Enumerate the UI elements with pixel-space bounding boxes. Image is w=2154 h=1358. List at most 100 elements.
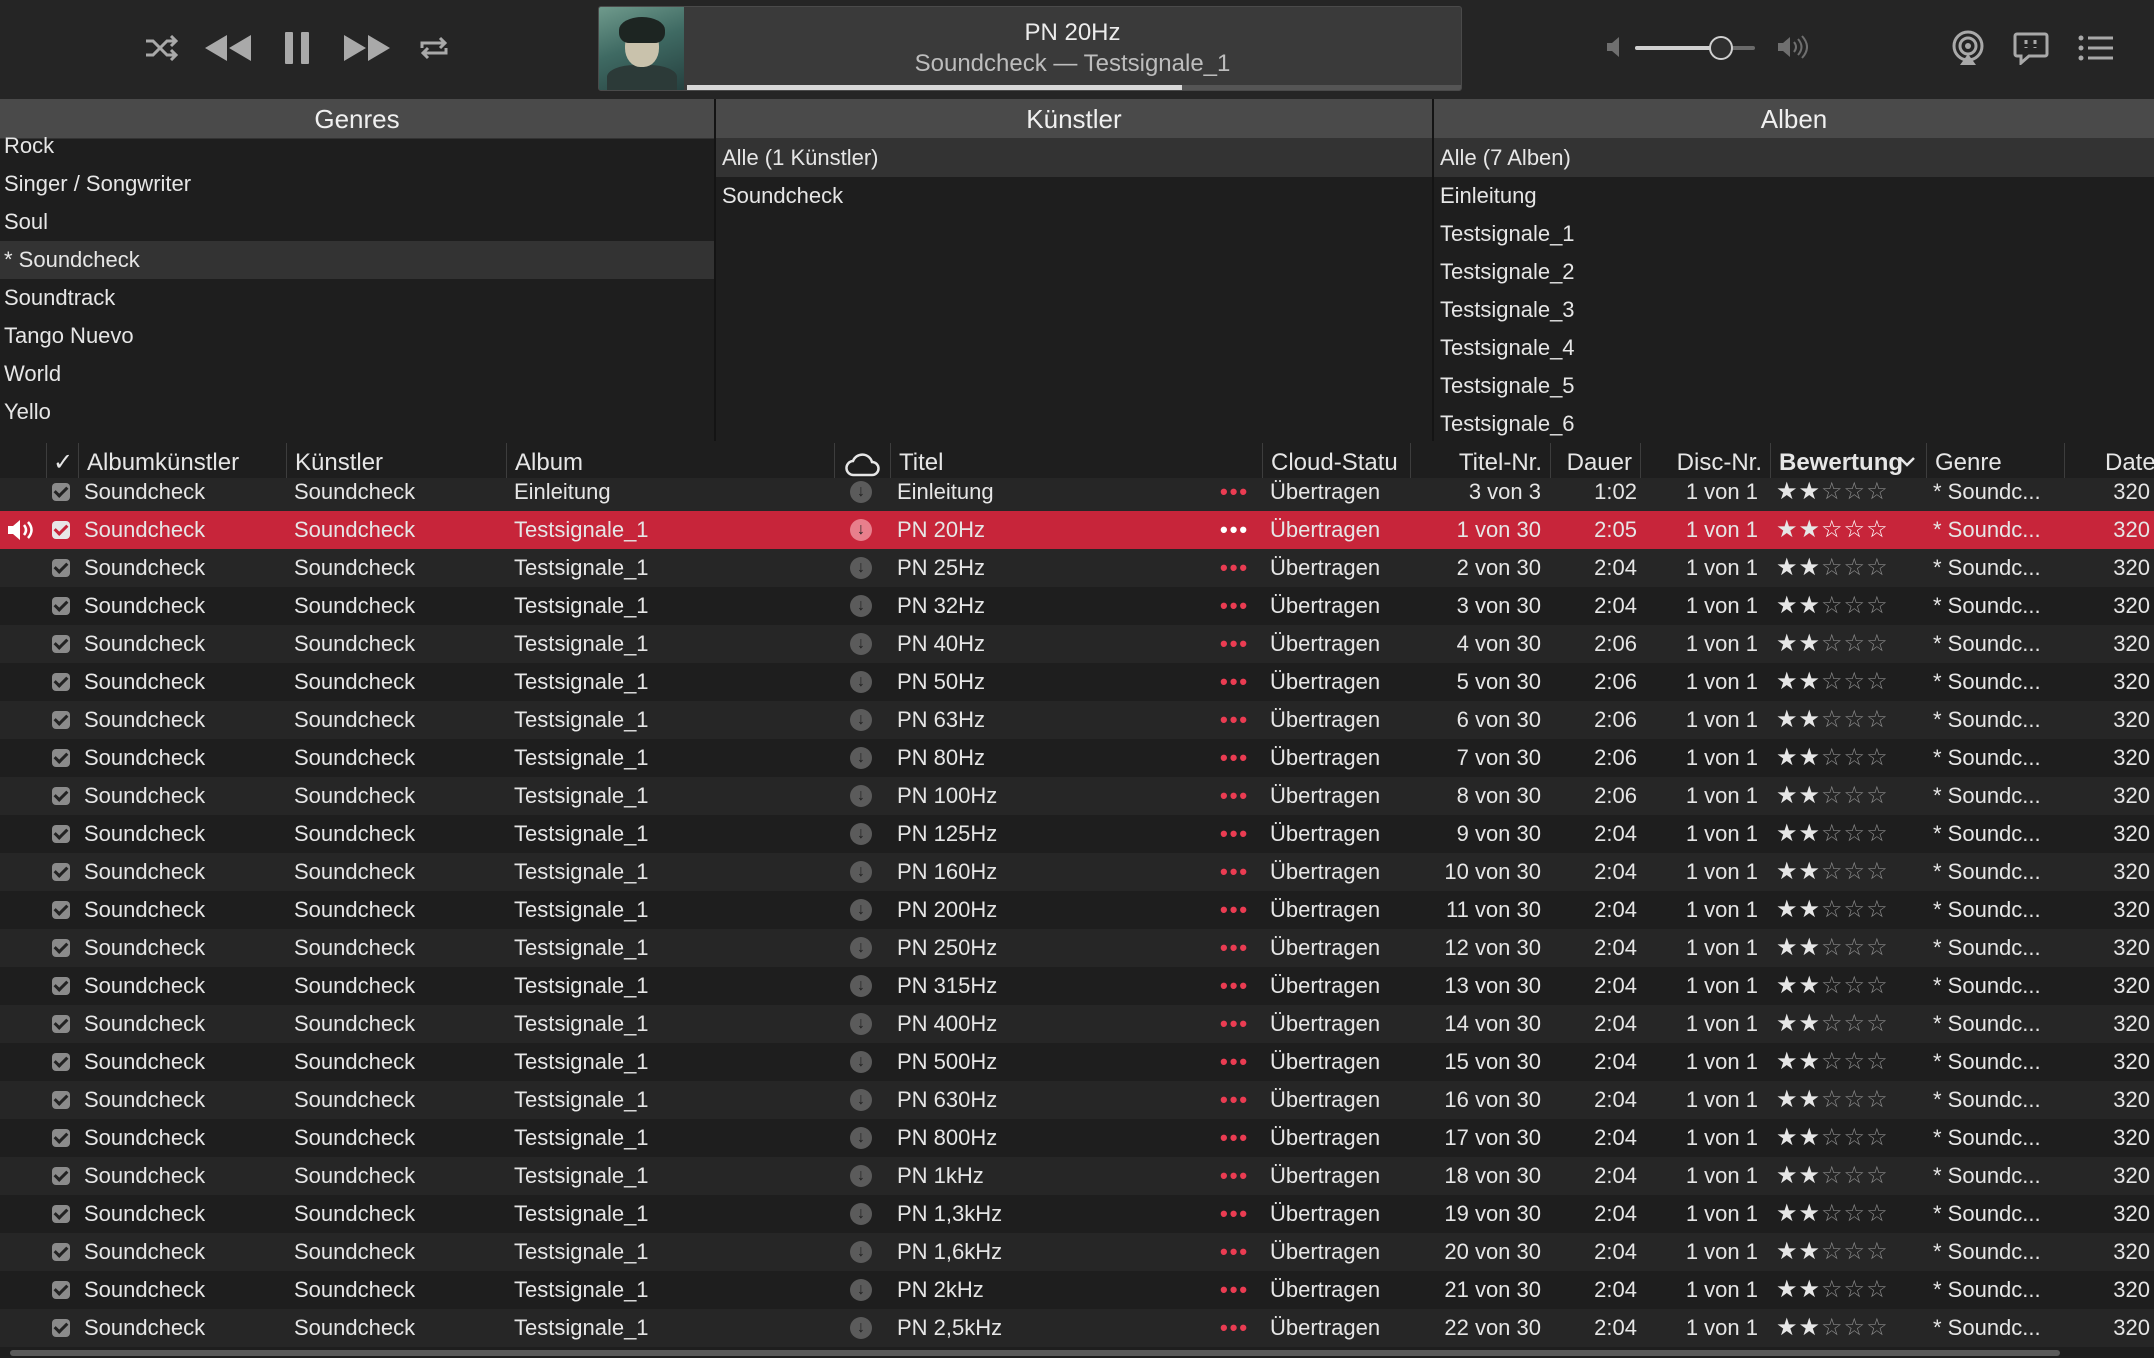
star-icon[interactable]: ☆ bbox=[1866, 1010, 1889, 1037]
volume-slider-knob[interactable] bbox=[1709, 36, 1734, 60]
table-row[interactable]: Soundcheck Soundcheck Testsignale_1 PN 400H… bbox=[0, 1005, 2154, 1043]
rating-stars[interactable]: ★★☆☆☆ bbox=[1776, 1043, 1926, 1081]
rating-stars[interactable]: ★★☆☆☆ bbox=[1776, 929, 1926, 967]
genres-item[interactable]: * Soundcheck bbox=[0, 241, 714, 279]
more-options-icon[interactable]: ••• bbox=[1220, 701, 1260, 739]
star-icon[interactable]: ★ bbox=[1776, 1010, 1799, 1037]
star-icon[interactable]: ★ bbox=[1799, 744, 1822, 771]
genres-item[interactable]: Singer / Songwriter bbox=[0, 165, 714, 203]
star-icon[interactable]: ★ bbox=[1799, 782, 1822, 809]
column-header-cloud-status[interactable]: Cloud-Statu bbox=[1262, 443, 1410, 483]
star-icon[interactable]: ★ bbox=[1776, 630, 1799, 657]
star-icon[interactable]: ☆ bbox=[1844, 1124, 1867, 1151]
row-checkbox[interactable] bbox=[52, 521, 70, 539]
row-checkbox[interactable] bbox=[52, 1319, 70, 1337]
star-icon[interactable]: ☆ bbox=[1866, 668, 1889, 695]
download-icon[interactable] bbox=[850, 815, 872, 853]
star-icon[interactable]: ☆ bbox=[1844, 858, 1867, 885]
row-checkbox[interactable] bbox=[52, 939, 70, 957]
rating-stars[interactable]: ★★☆☆☆ bbox=[1776, 815, 1926, 853]
star-icon[interactable]: ★ bbox=[1799, 706, 1822, 733]
star-icon[interactable]: ★ bbox=[1799, 592, 1822, 619]
more-options-icon[interactable]: ••• bbox=[1220, 1271, 1260, 1309]
table-row[interactable]: Soundcheck Soundcheck Testsignale_1 PN 32Hz… bbox=[0, 587, 2154, 625]
rating-stars[interactable]: ★★☆☆☆ bbox=[1776, 1005, 1926, 1043]
star-icon[interactable]: ★ bbox=[1776, 516, 1799, 543]
table-row[interactable]: Soundcheck Soundcheck Testsignale_1 PN 500H… bbox=[0, 1043, 2154, 1081]
rating-stars[interactable]: ★★☆☆☆ bbox=[1776, 625, 1926, 663]
star-icon[interactable]: ☆ bbox=[1866, 630, 1889, 657]
star-icon[interactable]: ★ bbox=[1776, 1048, 1799, 1075]
download-icon[interactable] bbox=[850, 1271, 872, 1309]
star-icon[interactable]: ☆ bbox=[1844, 630, 1867, 657]
horizontal-scrollbar-thumb[interactable] bbox=[10, 1350, 2060, 1356]
column-header-title[interactable]: Titel bbox=[890, 443, 1262, 483]
albums-item[interactable]: Testsignale_4 bbox=[1434, 329, 2154, 367]
star-icon[interactable]: ☆ bbox=[1844, 668, 1867, 695]
download-icon[interactable] bbox=[850, 1119, 872, 1157]
rating-stars[interactable]: ★★☆☆☆ bbox=[1776, 967, 1926, 1005]
now-playing-display[interactable]: PN 20Hz Soundcheck — Testsignale_1 bbox=[598, 6, 1462, 91]
row-checkbox[interactable] bbox=[52, 1015, 70, 1033]
download-icon[interactable] bbox=[850, 1195, 872, 1233]
star-icon[interactable]: ☆ bbox=[1821, 1048, 1844, 1075]
more-options-icon[interactable]: ••• bbox=[1220, 967, 1260, 1005]
more-options-icon[interactable]: ••• bbox=[1220, 625, 1260, 663]
star-icon[interactable]: ★ bbox=[1776, 896, 1799, 923]
rewind-icon[interactable] bbox=[200, 20, 256, 76]
table-row[interactable]: Soundcheck Soundcheck Testsignale_1 PN 630H… bbox=[0, 1081, 2154, 1119]
more-options-icon[interactable]: ••• bbox=[1220, 549, 1260, 587]
star-icon[interactable]: ☆ bbox=[1844, 1238, 1867, 1265]
column-header-artist[interactable]: Künstler bbox=[286, 443, 506, 483]
more-options-icon[interactable]: ••• bbox=[1220, 1233, 1260, 1271]
rating-stars[interactable]: ★★☆☆☆ bbox=[1776, 1081, 1926, 1119]
star-icon[interactable]: ★ bbox=[1799, 1238, 1822, 1265]
more-options-icon[interactable]: ••• bbox=[1220, 1119, 1260, 1157]
row-checkbox[interactable] bbox=[52, 1281, 70, 1299]
star-icon[interactable]: ☆ bbox=[1866, 1048, 1889, 1075]
table-row[interactable]: Soundcheck Soundcheck Testsignale_1 PN 800H… bbox=[0, 1119, 2154, 1157]
star-icon[interactable]: ★ bbox=[1776, 1238, 1799, 1265]
star-icon[interactable]: ☆ bbox=[1866, 782, 1889, 809]
star-icon[interactable]: ★ bbox=[1799, 1010, 1822, 1037]
column-header-album[interactable]: Album bbox=[506, 443, 834, 483]
albums-item[interactable]: Testsignale_5 bbox=[1434, 367, 2154, 405]
star-icon[interactable]: ☆ bbox=[1866, 934, 1889, 961]
star-icon[interactable]: ☆ bbox=[1866, 1162, 1889, 1189]
more-options-icon[interactable]: ••• bbox=[1220, 511, 1260, 549]
download-icon[interactable] bbox=[850, 967, 872, 1005]
download-icon[interactable] bbox=[850, 625, 872, 663]
row-checkbox[interactable] bbox=[52, 483, 70, 501]
star-icon[interactable]: ☆ bbox=[1821, 744, 1844, 771]
albums-item[interactable]: Testsignale_6 bbox=[1434, 405, 2154, 441]
star-icon[interactable]: ☆ bbox=[1866, 858, 1889, 885]
star-icon[interactable]: ☆ bbox=[1821, 1238, 1844, 1265]
table-row[interactable]: Soundcheck Soundcheck Testsignale_1 PN 315H… bbox=[0, 967, 2154, 1005]
star-icon[interactable]: ★ bbox=[1799, 820, 1822, 847]
download-icon[interactable] bbox=[850, 1157, 872, 1195]
rating-stars[interactable]: ★★☆☆☆ bbox=[1776, 478, 1926, 511]
more-options-icon[interactable]: ••• bbox=[1220, 663, 1260, 701]
row-checkbox[interactable] bbox=[52, 559, 70, 577]
artists-item[interactable]: Soundcheck bbox=[716, 177, 1432, 215]
download-icon[interactable] bbox=[850, 1233, 872, 1271]
table-row[interactable]: Soundcheck Soundcheck Testsignale_1 PN 50Hz… bbox=[0, 663, 2154, 701]
row-checkbox[interactable] bbox=[52, 977, 70, 995]
star-icon[interactable]: ☆ bbox=[1821, 478, 1844, 505]
row-checkbox[interactable] bbox=[52, 863, 70, 881]
star-icon[interactable]: ★ bbox=[1776, 934, 1799, 961]
star-icon[interactable]: ☆ bbox=[1866, 516, 1889, 543]
star-icon[interactable]: ☆ bbox=[1821, 896, 1844, 923]
row-checkbox[interactable] bbox=[52, 1167, 70, 1185]
download-icon[interactable] bbox=[850, 891, 872, 929]
table-row[interactable]: Soundcheck Soundcheck Testsignale_1 PN 25Hz… bbox=[0, 549, 2154, 587]
row-checkbox[interactable] bbox=[52, 1243, 70, 1261]
star-icon[interactable]: ★ bbox=[1776, 782, 1799, 809]
column-header-check[interactable]: ✓ bbox=[46, 443, 78, 483]
star-icon[interactable]: ★ bbox=[1799, 478, 1822, 505]
column-header-duration[interactable]: Dauer bbox=[1550, 443, 1640, 483]
star-icon[interactable]: ☆ bbox=[1821, 820, 1844, 847]
star-icon[interactable]: ☆ bbox=[1844, 782, 1867, 809]
table-row[interactable]: Soundcheck Soundcheck Testsignale_1 PN 200H… bbox=[0, 891, 2154, 929]
star-icon[interactable]: ☆ bbox=[1844, 896, 1867, 923]
